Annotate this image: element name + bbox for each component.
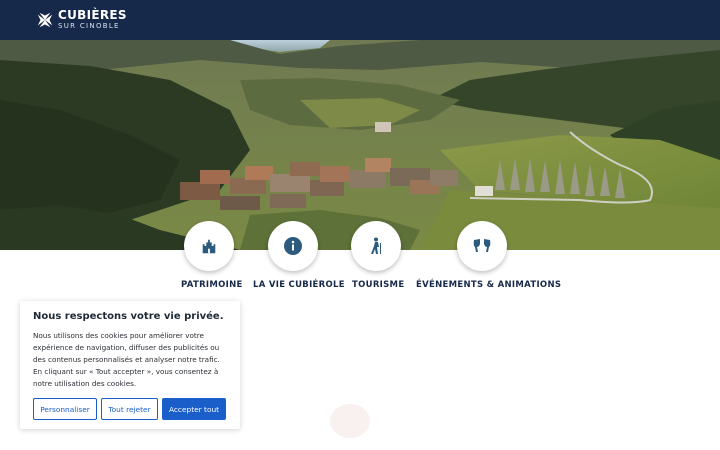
category-evenements-button[interactable] [457, 221, 507, 271]
category-label-patrimoine[interactable]: PATRIMOINE [181, 280, 243, 290]
category-tourisme-button[interactable] [351, 221, 401, 271]
logo-subtitle: SUR CINOBLE [58, 22, 120, 30]
reject-all-cookies-button[interactable]: Tout rejeter [101, 398, 158, 420]
cookie-description: Nous utilisons des cookies pour améliore… [33, 331, 220, 388]
toast-glasses-icon [473, 239, 491, 252]
hero-aerial-photo [0, 40, 720, 250]
site-logo[interactable]: CUBIÈRES SUR CINOBLE [36, 9, 127, 30]
customize-cookies-button[interactable]: Personnaliser [33, 398, 97, 420]
category-patrimoine-button[interactable] [184, 221, 234, 271]
site-header: CUBIÈRES SUR CINOBLE [0, 0, 720, 40]
cookie-title: Nous respectons votre vie privée. [33, 311, 224, 322]
hiker-icon [371, 237, 381, 254]
accept-all-cookies-button[interactable]: Accepter tout [162, 398, 226, 420]
category-label-evenements[interactable]: ÉVÉNEMENTS & ANIMATIONS [416, 280, 561, 290]
cookie-consent-banner: Nous respectons votre vie privée. Nous u… [20, 301, 240, 429]
category-label-vie-cubierole[interactable]: LA VIE CUBIÉROLE [253, 280, 345, 290]
logo-title: CUBIÈRES [58, 8, 127, 22]
maltese-cross-icon [37, 12, 53, 27]
category-vie-cubierole-button[interactable] [268, 221, 318, 271]
castle-icon [202, 239, 216, 254]
faded-decoration [330, 404, 370, 438]
category-label-tourisme[interactable]: TOURISME [352, 280, 404, 290]
info-icon [284, 237, 302, 255]
